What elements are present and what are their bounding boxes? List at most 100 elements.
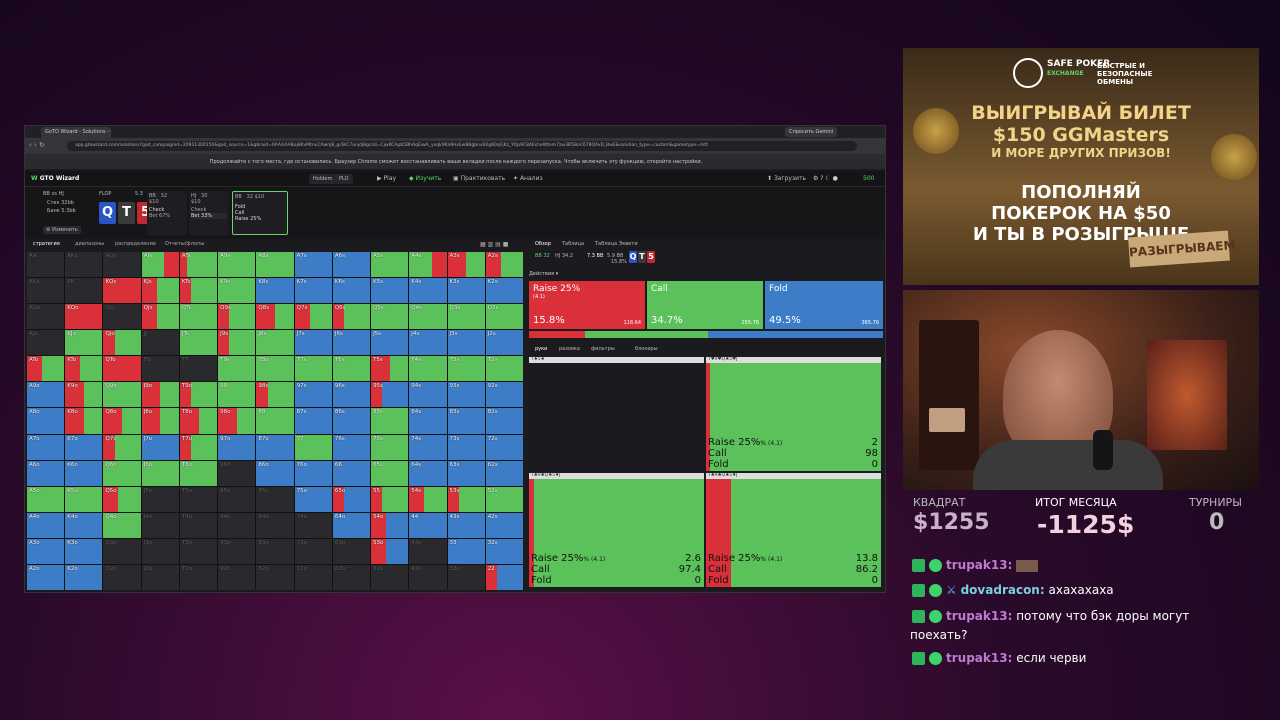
hand-cell[interactable]: 83o (256, 538, 294, 564)
hand-cell[interactable]: KTs (179, 278, 218, 304)
hand-cell[interactable]: T3s (447, 356, 485, 382)
tab-overview[interactable]: Обзор (535, 241, 551, 247)
hand-cell[interactable]: T4o (179, 512, 218, 538)
hand-cell[interactable]: KQo (65, 304, 103, 330)
hand-cell[interactable]: 93s (447, 382, 485, 408)
hand-cell[interactable]: 83s (447, 408, 485, 434)
hand-cell[interactable]: 72s (485, 434, 523, 460)
tab-blockers[interactable]: блокеры (635, 346, 658, 352)
hand-cell[interactable]: 43o (409, 538, 447, 564)
chat-username[interactable]: dovadracon: (961, 583, 1045, 597)
hand-cell[interactable]: T8o (179, 408, 218, 434)
hand-cell[interactable]: A2o (27, 564, 65, 590)
hand-cell[interactable]: K7s (294, 278, 332, 304)
hand-cell[interactable]: K9s (218, 278, 256, 304)
hand-cell[interactable]: KK (65, 278, 103, 304)
hand-cell[interactable]: ATo (27, 356, 65, 382)
tab-breakdown[interactable]: разовка (559, 346, 580, 352)
hand-cell[interactable]: 98o (218, 408, 256, 434)
edit-button[interactable]: ⚙ Изменить (43, 226, 81, 234)
hand-cell[interactable]: T6o (179, 460, 218, 486)
hand-cell[interactable]: T5o (179, 486, 218, 512)
hand-cell[interactable]: 85o (256, 486, 294, 512)
hand-cell[interactable]: KTo (65, 356, 103, 382)
hand-cell[interactable]: A5o (27, 486, 65, 512)
hand-cell[interactable]: J2o (141, 564, 179, 590)
hand-cell[interactable]: J9o (141, 382, 179, 408)
hand-cell[interactable]: QTs (179, 304, 218, 330)
hand-cell[interactable]: A8o (27, 408, 65, 434)
hand-cell[interactable]: 95o (218, 486, 256, 512)
combo-quadrant[interactable]: T♣9♣Q♠5♦J Raise 25%% (4.1) Call Fold 13.8 86.… (706, 473, 881, 587)
hand-cell[interactable]: 77 (294, 434, 332, 460)
hand-cell[interactable]: A8s (256, 252, 294, 278)
hand-cell[interactable]: 96s (332, 382, 371, 408)
upload-button[interactable]: ⬆ Загрузить (767, 175, 806, 182)
hand-cell[interactable]: 74s (409, 434, 447, 460)
hand-cell[interactable]: J5s (371, 330, 409, 356)
combo-quadrant[interactable]: T♥9♥Q♠5♥J Raise 25%% (4.1) Call Fold 2 98 0 (706, 357, 881, 471)
hand-cell[interactable]: QQ (103, 304, 141, 330)
hand-cell[interactable]: AKo (27, 278, 65, 304)
hand-cell[interactable]: J5o (141, 486, 179, 512)
hand-cell[interactable]: 82o (256, 564, 294, 590)
hand-cell[interactable]: T5s (371, 356, 409, 382)
nav-play[interactable]: ▶ Play (377, 175, 396, 182)
hand-cell[interactable]: T2s (485, 356, 523, 382)
hand-cell[interactable]: 85s (371, 408, 409, 434)
hand-cell[interactable]: 65s (371, 460, 409, 486)
nav-arrows-icon[interactable]: ‹ › ↻ (29, 141, 45, 149)
gemini-button[interactable]: Спросить Gemini (785, 127, 838, 137)
tab-strategy[interactable]: стратегия (33, 241, 60, 247)
hand-cell[interactable]: AJo (27, 330, 65, 356)
hand-cell[interactable]: J8o (141, 408, 179, 434)
hand-cell[interactable]: 98s (256, 382, 294, 408)
hand-cell[interactable]: 73s (447, 434, 485, 460)
hand-cell[interactable]: A6s (332, 252, 371, 278)
hand-cell[interactable]: AQs (103, 252, 141, 278)
hand-cell[interactable]: 84s (409, 408, 447, 434)
node-bb-1[interactable]: BB 32 $10 Check Bet 67% (147, 191, 187, 235)
chat-username[interactable]: trupak13: (946, 558, 1012, 572)
hand-cell[interactable]: 75o (294, 486, 332, 512)
tab-table[interactable]: Таблица (562, 241, 584, 247)
hand-cell[interactable]: 32s (485, 538, 523, 564)
hand-cell[interactable]: JTo (141, 356, 179, 382)
nav-study[interactable]: ◆ Изучить (409, 175, 441, 182)
actions-dropdown[interactable]: Действия ▾ (529, 271, 558, 277)
hand-cell[interactable]: JTs (179, 330, 218, 356)
hand-cell[interactable]: Q6s (332, 304, 371, 330)
hand-cell[interactable]: 95s (371, 382, 409, 408)
hand-cell[interactable]: 63o (332, 538, 371, 564)
hand-cell[interactable]: A9o (27, 382, 65, 408)
hand-cell[interactable]: T7o (179, 434, 218, 460)
tab-equity-table[interactable]: Таблица Эквити (595, 241, 638, 247)
hand-cell[interactable]: T6s (332, 356, 371, 382)
hand-cell[interactable]: 74o (294, 512, 332, 538)
hand-cell[interactable]: K5s (371, 278, 409, 304)
hand-cell[interactable]: T4s (409, 356, 447, 382)
hand-cell[interactable]: Q2s (485, 304, 523, 330)
hand-cell[interactable]: AA (27, 252, 65, 278)
combo-quadrant[interactable]: T♠5♠ (529, 357, 704, 471)
hand-cell[interactable]: 86o (256, 460, 294, 486)
hand-cell[interactable]: 88 (256, 408, 294, 434)
hand-cell[interactable]: KQs (103, 278, 141, 304)
hand-cell[interactable]: KJo (65, 330, 103, 356)
action-box[interactable]: Raise 25% (4.1) 15.8% 118.64 (529, 281, 645, 329)
hand-cell[interactable]: 94s (409, 382, 447, 408)
hand-cell[interactable]: 64o (332, 512, 371, 538)
hand-cell[interactable]: 42s (485, 512, 523, 538)
tab-distribution[interactable]: распределение (115, 241, 156, 247)
hand-cell[interactable]: Q6o (103, 460, 141, 486)
hand-cell[interactable]: 62o (332, 564, 371, 590)
hand-cell[interactable]: J3s (447, 330, 485, 356)
hand-cell[interactable]: 96o (218, 460, 256, 486)
hand-cell[interactable]: A7s (294, 252, 332, 278)
hand-cell[interactable]: Q2o (103, 564, 141, 590)
hand-cell[interactable]: 92s (485, 382, 523, 408)
tab-reports[interactable]: Отчеты/флопы (165, 241, 204, 247)
hand-cell[interactable]: 92o (218, 564, 256, 590)
hand-cell[interactable]: T3o (179, 538, 218, 564)
hand-cell[interactable]: K3s (447, 278, 485, 304)
